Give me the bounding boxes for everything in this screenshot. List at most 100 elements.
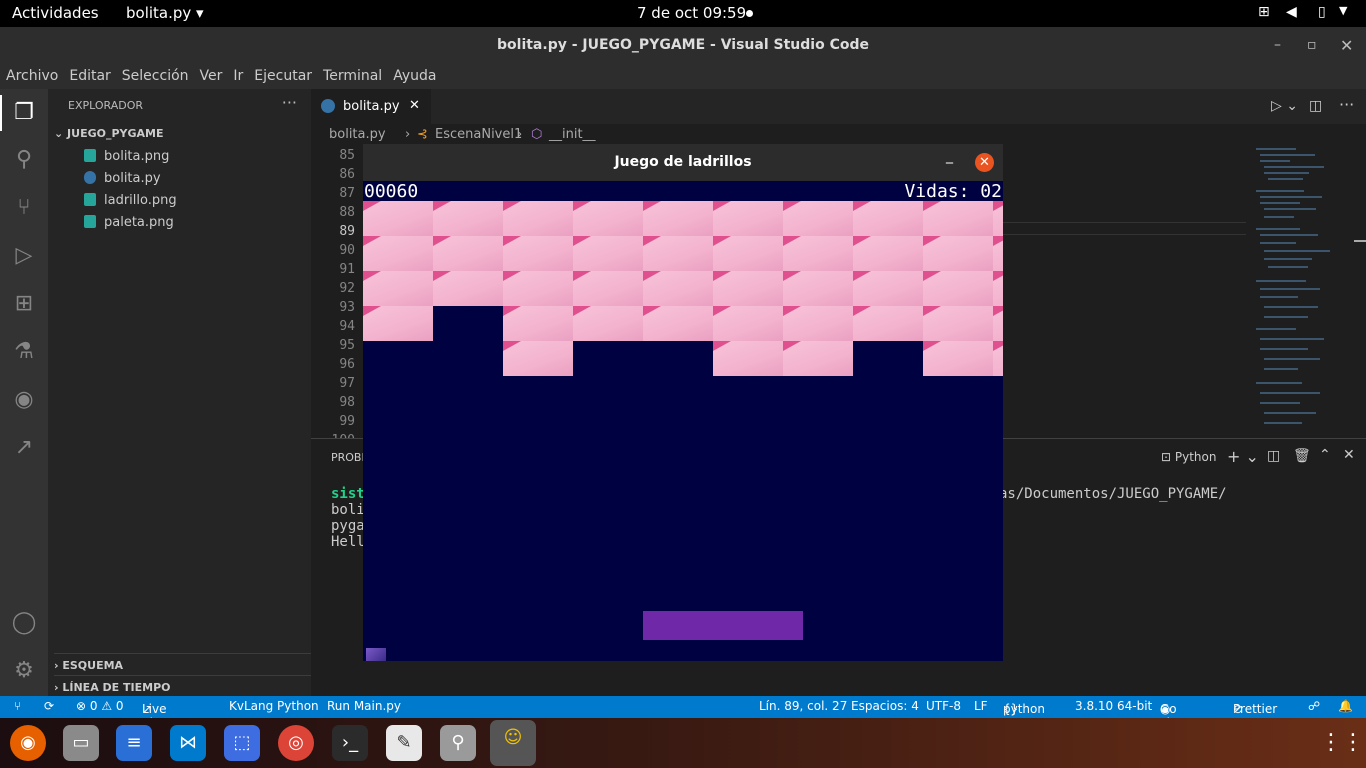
terminal-icon[interactable]: ›_ bbox=[332, 725, 368, 761]
menu-ir[interactable]: Ir bbox=[227, 64, 248, 84]
battery-icon[interactable]: ▯ bbox=[1318, 4, 1326, 20]
menu-seleccion[interactable]: Selección bbox=[116, 64, 194, 84]
cursor-position[interactable]: Lín. 89, col. 27 bbox=[759, 699, 847, 713]
timeline-section[interactable]: › LÍNEA DE TIEMPO bbox=[54, 675, 311, 696]
python-file-icon bbox=[321, 99, 335, 113]
sync-icon[interactable]: ⟳ bbox=[44, 699, 54, 713]
terminal-shell-selector[interactable]: ⊡ Python bbox=[1161, 450, 1216, 464]
python-interpreter[interactable]: 3.8.10 64-bit bbox=[1075, 699, 1152, 713]
chevron-down-icon[interactable]: ▼ bbox=[1339, 4, 1347, 17]
encoding[interactable]: UTF-8 bbox=[926, 699, 961, 713]
brick bbox=[363, 271, 433, 306]
file-bolita-py[interactable]: bolita.py bbox=[84, 171, 161, 186]
account-icon[interactable]: ◯ bbox=[8, 607, 40, 639]
status-bar: ⑂ ⟳ ⊗ 0 ⚠ 0 ↗ Live Share KvLang Python R… bbox=[0, 696, 1366, 730]
vscode-icon[interactable]: ⋈ bbox=[170, 725, 206, 761]
notifications-bell-icon[interactable]: 🔔 bbox=[1338, 699, 1353, 713]
maximize-panel-icon[interactable]: ⌃ bbox=[1319, 447, 1331, 463]
line-number: 95 bbox=[339, 338, 355, 353]
brick bbox=[363, 236, 433, 271]
source-control-icon[interactable]: ⑂ bbox=[8, 192, 40, 224]
more-actions-icon[interactable]: ··· bbox=[1339, 95, 1354, 114]
clock[interactable]: 7 de oct 09:59 bbox=[637, 4, 757, 22]
close-tab-icon[interactable]: ✕ bbox=[409, 98, 420, 113]
explorer-title: EXPLORADOR bbox=[68, 99, 144, 112]
search-icon[interactable]: ⚲ bbox=[8, 144, 40, 176]
brick bbox=[853, 306, 923, 341]
brick bbox=[993, 236, 1003, 271]
network-icon[interactable]: ⊞ bbox=[1258, 4, 1270, 20]
brick bbox=[433, 201, 503, 236]
file-bolita-png[interactable]: bolita.png bbox=[84, 149, 169, 164]
folder-juego-pygame[interactable]: ⌄ JUEGO_PYGAME bbox=[54, 127, 164, 140]
split-terminal-icon[interactable]: ◫ bbox=[1267, 448, 1280, 464]
files-icon[interactable]: ▭ bbox=[63, 725, 99, 761]
menu-terminal[interactable]: Terminal bbox=[317, 64, 387, 84]
app-menu[interactable]: bolita.py ▾ bbox=[126, 4, 204, 22]
explorer-sidebar: EXPLORADOR ··· ⌄ JUEGO_PYGAME bolita.png… bbox=[48, 89, 311, 696]
menu-ayuda[interactable]: Ayuda bbox=[387, 64, 441, 84]
run-file-icon[interactable]: ▷ ⌄ bbox=[1271, 98, 1298, 114]
kvlang-status[interactable]: KvLang Python bbox=[229, 699, 319, 713]
problems-count[interactable]: ⊗ 0 ⚠ 0 bbox=[76, 699, 124, 713]
chrome-icon[interactable]: ◎ bbox=[278, 725, 314, 761]
manage-gear-icon[interactable]: ⚙ bbox=[8, 655, 40, 687]
line-number: 90 bbox=[339, 243, 355, 258]
editor-icon[interactable]: ✎ bbox=[386, 725, 422, 761]
game-close-button[interactable]: ✕ bbox=[975, 153, 994, 172]
brick bbox=[573, 271, 643, 306]
game-window-title: Juego de ladrillos bbox=[363, 144, 1003, 181]
brick bbox=[433, 236, 503, 271]
volume-icon[interactable]: ◀ bbox=[1286, 4, 1297, 20]
run-main-button[interactable]: Run Main.py bbox=[327, 699, 401, 713]
line-number-current: 89 bbox=[339, 224, 355, 239]
close-panel-icon[interactable]: ✕ bbox=[1343, 447, 1355, 463]
extensions-icon[interactable]: ⊞ bbox=[8, 288, 40, 320]
new-terminal-icon[interactable]: + ⌄ bbox=[1227, 447, 1259, 466]
remote-branch-icon[interactable]: ⑂ bbox=[14, 699, 21, 713]
maximize-button[interactable]: ▫ bbox=[1307, 27, 1317, 64]
panel-tab-problems[interactable]: PROBI bbox=[331, 451, 365, 464]
brick bbox=[993, 341, 1003, 376]
terminal-output[interactable]: sist boli pyga Hell bbox=[331, 486, 365, 550]
image-viewer-icon[interactable]: ⚲ bbox=[440, 725, 476, 761]
firefox-icon[interactable]: ◉ bbox=[10, 725, 46, 761]
menu-archivo[interactable]: Archivo bbox=[0, 64, 63, 84]
trash-icon[interactable]: 🗑 bbox=[1293, 448, 1311, 464]
tab-bolita-py[interactable]: bolita.py ✕ bbox=[311, 89, 431, 124]
image-file-icon bbox=[84, 193, 96, 206]
breadcrumb-file[interactable]: bolita.py bbox=[329, 127, 386, 142]
writer-icon[interactable]: ≡ bbox=[116, 725, 152, 761]
menu-editar[interactable]: Editar bbox=[63, 64, 115, 84]
window-title: bolita.py - JUEGO_PYGAME - Visual Studio… bbox=[497, 37, 869, 53]
minimap[interactable] bbox=[1246, 146, 1366, 438]
file-ladrillo-png[interactable]: ladrillo.png bbox=[84, 193, 177, 208]
testing-icon[interactable]: ⚗ bbox=[8, 336, 40, 368]
breadcrumb-class[interactable]: EscenaNivel1 bbox=[435, 127, 522, 142]
minimize-button[interactable]: – bbox=[1274, 27, 1281, 64]
pygame-icon[interactable]: ☺ bbox=[490, 720, 536, 766]
split-editor-icon[interactable]: ◫ bbox=[1309, 98, 1322, 114]
menu-ver[interactable]: Ver bbox=[194, 64, 228, 84]
outline-section[interactable]: › ESQUEMA bbox=[54, 653, 311, 675]
explorer-icon[interactable]: ❐ bbox=[8, 97, 40, 129]
game-minimize-button[interactable]: _ bbox=[946, 148, 953, 164]
apps-grid-icon[interactable]: ⋮⋮⋮ bbox=[1320, 725, 1366, 761]
brick bbox=[783, 201, 853, 236]
indentation[interactable]: Espacios: 4 bbox=[851, 699, 919, 713]
minimap-preview bbox=[1256, 148, 1366, 424]
file-paleta-png[interactable]: paleta.png bbox=[84, 215, 174, 230]
breadcrumb-method[interactable]: __init__ bbox=[549, 127, 596, 142]
menu-bar: Archivo Editar Selección Ver Ir Ejecutar Termi… bbox=[0, 64, 1366, 89]
menu-ejecutar[interactable]: Ejecutar bbox=[248, 64, 317, 84]
run-debug-icon[interactable]: ▷ bbox=[8, 240, 40, 272]
class-icon: ⊰ bbox=[417, 127, 428, 142]
end-of-line[interactable]: LF bbox=[974, 699, 988, 713]
live-share-icon[interactable]: ↗ bbox=[8, 432, 40, 464]
more-actions-icon[interactable]: ··· bbox=[282, 93, 297, 112]
activities-button[interactable]: Actividades bbox=[12, 4, 99, 22]
close-button[interactable]: ✕ bbox=[1340, 27, 1353, 64]
screenshot-icon[interactable]: ⬚ bbox=[224, 725, 260, 761]
feedback-icon[interactable]: ☍ bbox=[1308, 699, 1320, 713]
git-graph-icon[interactable]: ◉ bbox=[8, 384, 40, 416]
